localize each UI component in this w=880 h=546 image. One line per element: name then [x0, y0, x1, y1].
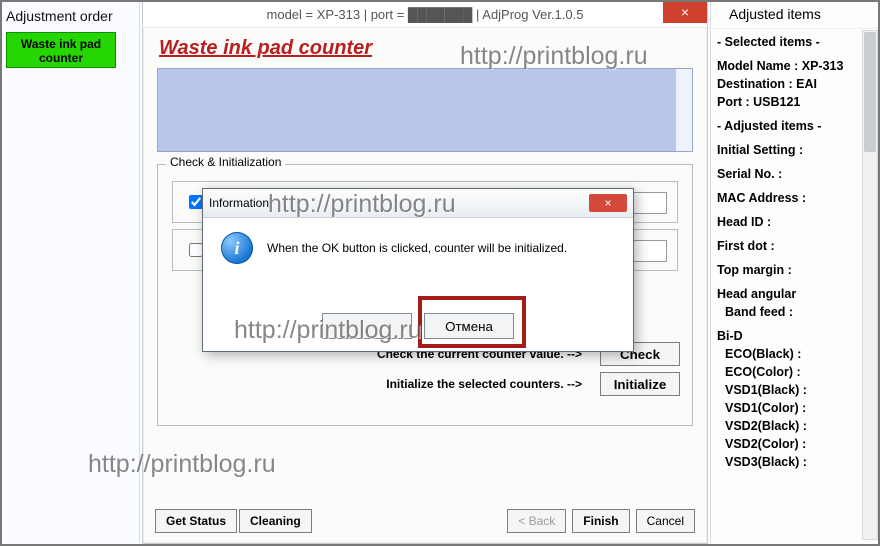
dialog-message: When the OK button is clicked, counter w…: [267, 241, 567, 255]
dialog-close-button[interactable]: ×: [589, 194, 627, 212]
page-heading: Waste ink pad counter: [159, 37, 693, 60]
dialog-cancel-button[interactable]: Отмена: [424, 313, 514, 339]
adjusted-item-line: VSD2(Color) :: [717, 435, 862, 453]
info-icon: i: [221, 232, 253, 264]
back-button[interactable]: < Back: [507, 509, 566, 533]
adjusted-items-title: Adjusted items: [711, 0, 880, 29]
dialog-ok-button[interactable]: OK: [322, 313, 412, 339]
right-panel: Adjusted items - Selected items - Model N…: [710, 0, 880, 546]
initialize-hint-text: Initialize the selected counters. -->: [386, 377, 594, 391]
adjusted-item-line: VSD3(Black) :: [717, 453, 862, 471]
left-panel: Adjustment order Waste ink pad counter: [0, 0, 140, 546]
adjusted-item-line: Head ID :: [717, 213, 862, 231]
adjusted-items-list: - Selected items - Model Name : XP-313Des…: [711, 29, 880, 475]
information-dialog: Information × i When the OK button is cl…: [202, 188, 634, 352]
cleaning-button[interactable]: Cleaning: [239, 509, 312, 533]
window-title: model = XP-313 | port = ███████ | AdjPro…: [267, 7, 584, 22]
log-output-textarea[interactable]: [157, 68, 693, 152]
adjusted-item-line: ECO(Color) :: [717, 363, 862, 381]
right-scrollbar[interactable]: [862, 30, 878, 540]
dialog-title: Information: [209, 196, 269, 210]
adjusted-item-line: VSD1(Black) :: [717, 381, 862, 399]
adjusted-item-line: Model Name : XP-313: [717, 57, 862, 75]
adjusted-item-line: Destination : EAI: [717, 75, 862, 93]
dialog-titlebar[interactable]: Information ×: [203, 189, 633, 218]
get-status-button[interactable]: Get Status: [155, 509, 237, 533]
cancel-button[interactable]: Cancel: [636, 509, 695, 533]
initialize-button[interactable]: Initialize: [600, 372, 680, 396]
platen-pad-checkbox[interactable]: [189, 243, 203, 257]
adjusted-item-line: MAC Address :: [717, 189, 862, 207]
window-close-button[interactable]: ×: [663, 1, 707, 23]
adjusted-item-line: Band feed :: [717, 303, 862, 321]
adjusted-item-line: Serial No. :: [717, 165, 862, 183]
adjusted-item-line: Top margin :: [717, 261, 862, 279]
adjusted-item-line: - Adjusted items -: [717, 117, 862, 135]
adjustment-order-title: Adjustment order: [6, 4, 133, 32]
window-titlebar[interactable]: model = XP-313 | port = ███████ | AdjPro…: [143, 1, 707, 28]
adjusted-item-line: - Selected items -: [717, 33, 862, 51]
waste-ink-pad-counter-button[interactable]: Waste ink pad counter: [6, 32, 116, 68]
main-pad-checkbox[interactable]: [189, 195, 203, 209]
bottom-button-bar: Get Status Cleaning < Back Finish Cancel: [155, 507, 695, 535]
group-legend: Check & Initialization: [166, 155, 285, 169]
textarea-scrollbar[interactable]: [675, 69, 692, 151]
adjusted-item-line: First dot :: [717, 237, 862, 255]
adjusted-item-line: Head angular: [717, 285, 862, 303]
adjusted-item-line: Bi-D: [717, 327, 862, 345]
adjusted-item-line: Port : USB121: [717, 93, 862, 111]
adjusted-item-line: VSD2(Black) :: [717, 417, 862, 435]
finish-button[interactable]: Finish: [572, 509, 629, 533]
right-scrollbar-thumb[interactable]: [864, 32, 876, 152]
adjusted-item-line: VSD1(Color) :: [717, 399, 862, 417]
adjusted-item-line: ECO(Black) :: [717, 345, 862, 363]
adjusted-item-line: Initial Setting :: [717, 141, 862, 159]
